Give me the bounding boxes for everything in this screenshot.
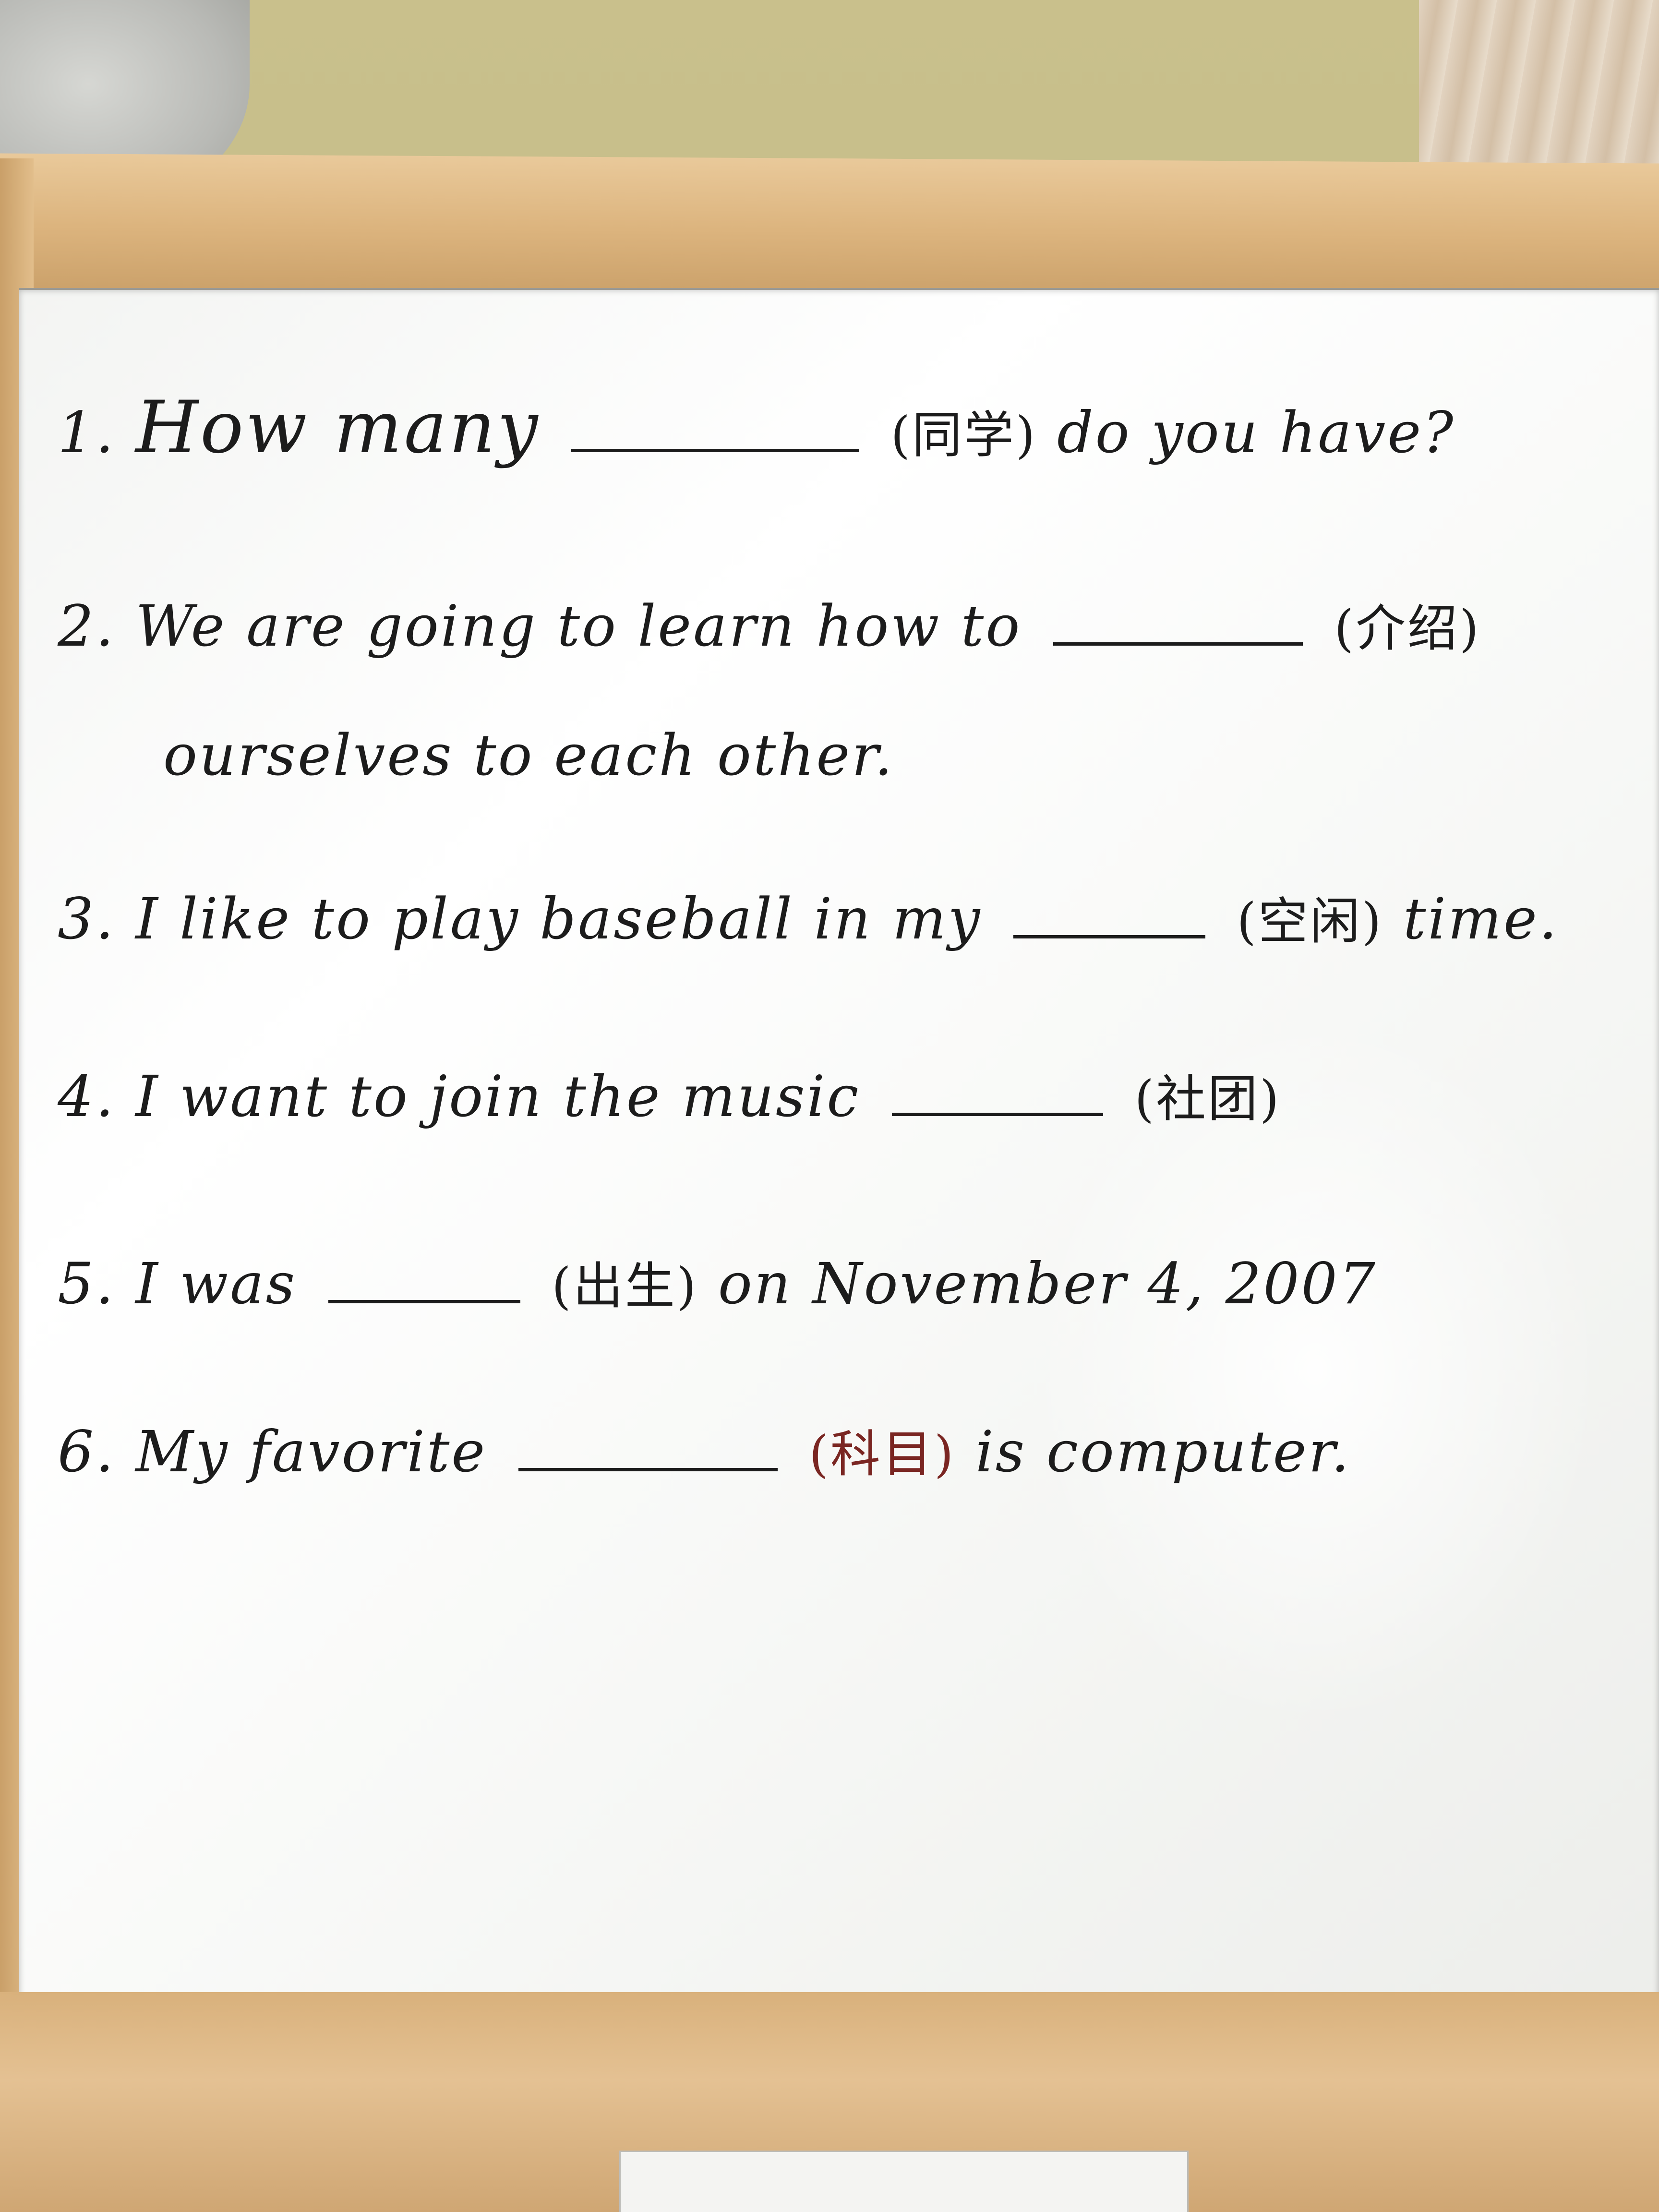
question-2-continued: ourselves to each other. bbox=[163, 722, 894, 788]
q3-number: 3. bbox=[58, 886, 116, 952]
photo-scene: 1. How many (同学) do you have? 2. We are … bbox=[0, 0, 1659, 2212]
q5-hint: (出生) bbox=[552, 1257, 698, 1315]
question-3: 3. I like to play baseball in my (空闲) ti… bbox=[58, 880, 1559, 953]
q1-blank bbox=[571, 444, 859, 452]
q5-text-after: on November 4, 2007 bbox=[718, 1250, 1377, 1317]
whiteboard: 1. How many (同学) do you have? 2. We are … bbox=[19, 288, 1659, 2055]
q1-number: 1. bbox=[58, 399, 116, 466]
q5-number: 5. bbox=[58, 1250, 116, 1317]
question-4: 4. I want to join the music (社团) bbox=[58, 1058, 1281, 1130]
q6-hint: (科目) bbox=[809, 1425, 956, 1483]
question-1: 1. How many (同学) do you have? bbox=[58, 386, 1455, 469]
q1-hint: (同学) bbox=[890, 406, 1037, 464]
q6-blank bbox=[518, 1463, 778, 1471]
q6-number: 6. bbox=[58, 1419, 116, 1485]
q6-text-after: is computer. bbox=[975, 1419, 1351, 1485]
q4-hint: (社团) bbox=[1134, 1070, 1281, 1128]
q3-hint: (空闲) bbox=[1237, 892, 1383, 950]
q3-blank bbox=[1013, 930, 1205, 938]
q2-blank bbox=[1053, 637, 1303, 646]
q3-text-after: time. bbox=[1403, 886, 1559, 952]
q3-text-before: I like to play baseball in my bbox=[135, 886, 982, 952]
q6-text-before: My favorite bbox=[135, 1419, 487, 1485]
question-2: 2. We are going to learn how to (介绍) bbox=[58, 588, 1481, 660]
question-6: 6. My favorite (科目) is computer. bbox=[58, 1413, 1351, 1486]
curtain bbox=[1419, 0, 1659, 182]
q2-number: 2. bbox=[58, 593, 116, 659]
wooden-frame-top bbox=[0, 153, 1659, 308]
question-5: 5. I was (出生) on November 4, 2007 bbox=[58, 1245, 1377, 1318]
q1-text-before: How many bbox=[135, 386, 540, 469]
papers-stack bbox=[619, 2151, 1189, 2212]
q4-number: 4. bbox=[58, 1063, 116, 1130]
q4-text-before: I want to join the music bbox=[135, 1063, 861, 1130]
q1-text-after: do you have? bbox=[1057, 399, 1455, 466]
q5-text-before: I was bbox=[135, 1250, 297, 1317]
q2-hint: (介绍) bbox=[1334, 599, 1481, 658]
q2-text-continued: ourselves to each other. bbox=[163, 722, 895, 788]
q4-blank bbox=[891, 1108, 1103, 1116]
q5-blank bbox=[328, 1295, 520, 1303]
q2-text-before: We are going to learn how to bbox=[135, 593, 1022, 659]
